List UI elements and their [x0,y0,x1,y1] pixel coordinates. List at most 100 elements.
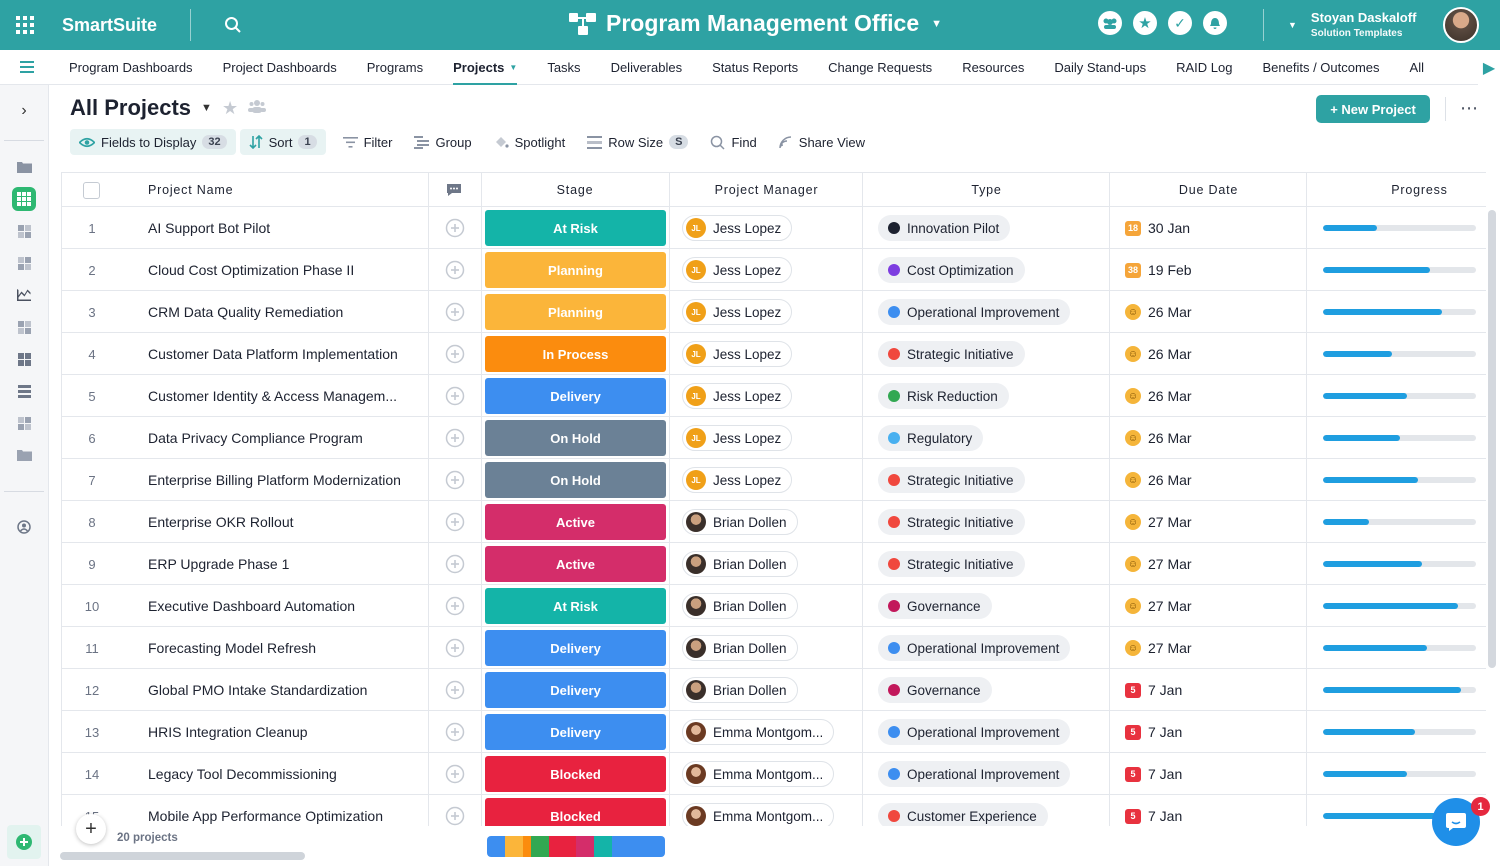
stage-pill[interactable]: Delivery [485,672,666,708]
table-row[interactable]: 3 CRM Data Quality Remediation Planning … [61,291,1486,333]
project-name[interactable]: Customer Identity & Access Managem... [148,375,418,417]
project-manager-chip[interactable]: Brian Dollen [682,677,798,703]
horizontal-scrollbar[interactable] [60,852,305,860]
type-tag[interactable]: Innovation Pilot [878,215,1011,241]
tab-deliverables[interactable]: Deliverables [611,50,683,85]
project-name[interactable]: Customer Data Platform Implementation [148,333,418,375]
add-comment-icon[interactable] [443,417,467,459]
tab-daily-stand-ups[interactable]: Daily Stand-ups [1054,50,1146,85]
table-row[interactable]: 11 Forecasting Model Refresh Delivery Br… [61,627,1486,669]
project-manager-chip[interactable]: JL Jess Lopez [682,299,793,325]
project-name[interactable]: Executive Dashboard Automation [148,585,418,627]
type-tag[interactable]: Strategic Initiative [878,509,1025,535]
project-manager-chip[interactable]: JL Jess Lopez [682,425,793,451]
stage-summary-bar[interactable] [487,836,665,857]
stage-pill[interactable]: Blocked [485,798,666,826]
apps-grid-icon[interactable] [0,0,50,50]
column-header-progress[interactable]: Progress [1307,173,1486,207]
add-comment-icon[interactable] [443,753,467,795]
type-tag[interactable]: Governance [878,593,992,619]
type-tag[interactable]: Strategic Initiative [878,341,1025,367]
project-name[interactable]: ERP Upgrade Phase 1 [148,543,418,585]
add-solution-button[interactable] [7,825,41,859]
type-tag[interactable]: Cost Optimization [878,257,1025,283]
check-icon[interactable]: ✓ [1168,11,1192,35]
tab-projects[interactable]: Projects ▼ [453,50,518,85]
due-date[interactable]: ☺ 27 Mar [1125,501,1192,543]
column-header-stage[interactable]: Stage [481,173,669,207]
filter-button[interactable]: Filter [334,129,402,155]
due-date[interactable]: 38 19 Feb [1125,249,1192,291]
table-row[interactable]: 5 Customer Identity & Access Managem... … [61,375,1486,417]
project-name[interactable]: HRIS Integration Cleanup [148,711,418,753]
stage-pill[interactable]: Active [485,504,666,540]
project-manager-chip[interactable]: JL Jess Lopez [682,467,793,493]
due-date[interactable]: ☺ 26 Mar [1125,333,1192,375]
column-header-project-name[interactable]: Project Name [148,173,233,207]
project-manager-chip[interactable]: JL Jess Lopez [682,257,793,283]
type-tag[interactable]: Operational Improvement [878,299,1071,325]
chevron-right-icon[interactable]: › [12,99,36,123]
project-name[interactable]: Enterprise OKR Rollout [148,501,418,543]
table-row[interactable]: 1 AI Support Bot Pilot At Risk JL Jess Lo… [61,207,1486,249]
tab-project-dashboards[interactable]: Project Dashboards [223,50,337,85]
tab-all[interactable]: All [1410,50,1424,85]
tab-change-requests[interactable]: Change Requests [828,50,932,85]
table-row[interactable]: 7 Enterprise Billing Platform Modernizat… [61,459,1486,501]
due-date[interactable]: ☺ 26 Mar [1125,417,1192,459]
avatar[interactable] [1443,7,1479,43]
table-row[interactable]: 13 HRIS Integration Cleanup Delivery Emm… [61,711,1486,753]
due-date[interactable]: ☺ 26 Mar [1125,459,1192,501]
add-comment-icon[interactable] [443,669,467,711]
group-button[interactable]: Group [405,129,480,155]
find-button[interactable]: Find [701,129,765,155]
view-title[interactable]: All Projects ▼ ★ [70,95,267,121]
due-date[interactable]: 5 7 Jan [1125,711,1182,753]
solution-title[interactable]: Program Management Office ▼ [568,10,942,37]
grid-view-icon[interactable] [12,347,36,371]
project-name[interactable]: Legacy Tool Decommissioning [148,753,418,795]
column-header-project-manager[interactable]: Project Manager [670,173,863,207]
tab-program-dashboards[interactable]: Program Dashboards [69,50,193,85]
project-manager-chip[interactable]: Brian Dollen [682,551,798,577]
stage-pill[interactable]: On Hold [485,462,666,498]
fields-to-display-button[interactable]: Fields to Display 32 [70,129,236,155]
tab-resources[interactable]: Resources [962,50,1024,85]
table-row[interactable]: 6 Data Privacy Compliance Program On Hol… [61,417,1486,459]
stage-summary-segment[interactable] [522,836,532,857]
table-row[interactable]: 12 Global PMO Intake Standardization Del… [61,669,1486,711]
add-comment-icon[interactable] [443,501,467,543]
type-tag[interactable]: Operational Improvement [878,719,1071,745]
stage-pill[interactable]: At Risk [485,588,666,624]
star-icon[interactable]: ★ [1133,11,1157,35]
team-icon[interactable] [1098,11,1122,35]
stage-pill[interactable]: Delivery [485,378,666,414]
stage-pill[interactable]: In Process [485,336,666,372]
stage-summary-segment[interactable] [549,836,576,857]
add-record-button[interactable]: + [76,814,106,844]
star-icon[interactable]: ★ [222,98,238,119]
project-manager-chip[interactable]: JL Jess Lopez [682,383,793,409]
table-row[interactable]: 4 Customer Data Platform Implementation … [61,333,1486,375]
stage-pill[interactable]: Active [485,546,666,582]
add-comment-icon[interactable] [443,291,467,333]
tab-programs[interactable]: Programs [367,50,423,85]
add-comment-icon[interactable] [443,543,467,585]
table-row[interactable]: 9 ERP Upgrade Phase 1 Active Brian Dolle… [61,543,1486,585]
project-name[interactable]: Global PMO Intake Standardization [148,669,418,711]
project-manager-chip[interactable]: Emma Montgom... [682,803,835,826]
table-icon[interactable] [12,315,36,339]
menu-icon[interactable] [0,61,54,73]
due-date[interactable]: ☺ 26 Mar [1125,291,1192,333]
due-date[interactable]: 5 7 Jan [1125,795,1182,826]
stage-summary-segment[interactable] [487,836,505,857]
due-date[interactable]: 5 7 Jan [1125,669,1182,711]
due-date[interactable]: 18 30 Jan [1125,207,1190,249]
folder-icon[interactable] [12,155,36,179]
stage-pill[interactable]: Planning [485,294,666,330]
project-manager-chip[interactable]: JL Jess Lopez [682,215,793,241]
due-date[interactable]: ☺ 27 Mar [1125,543,1192,585]
add-comment-icon[interactable] [443,795,467,826]
grid-view-icon[interactable] [12,187,36,211]
new-project-button[interactable]: + New Project [1316,95,1430,123]
